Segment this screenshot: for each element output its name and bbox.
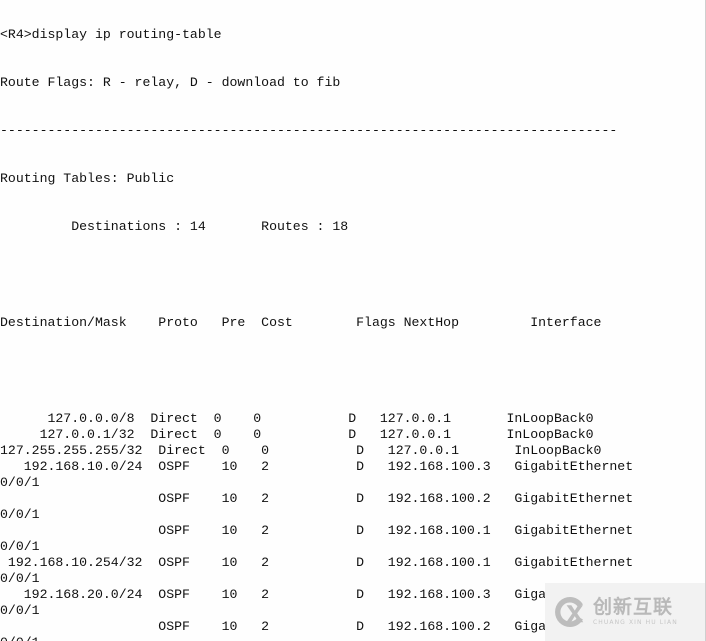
route-row-wrap: 0/0/1	[0, 539, 40, 554]
route-row: 192.168.10.254/32 OSPF 10 2 D 192.168.10…	[0, 555, 634, 570]
route-row-wrap: 0/0/1	[0, 603, 40, 618]
terminal-window: <R4>display ip routing-table Route Flags…	[0, 0, 706, 641]
summary-line: Destinations : 14 Routes : 18	[0, 219, 349, 234]
route-table-rows: 127.0.0.0/8 Direct 0 0 D 127.0.0.1 InLoo…	[0, 411, 705, 641]
route-row: OSPF 10 2 D 192.168.100.2 GigabitEtherne…	[0, 619, 634, 634]
route-row: OSPF 10 2 D 192.168.100.1 GigabitEtherne…	[0, 523, 634, 538]
route-row-wrap: 0/0/1	[0, 571, 40, 586]
route-row: 127.0.0.1/32 Direct 0 0 D 127.0.0.1 InLo…	[0, 427, 594, 442]
route-row: 127.255.255.255/32 Direct 0 0 D 127.0.0.…	[0, 443, 602, 458]
route-row: 192.168.20.0/24 OSPF 10 2 D 192.168.100.…	[0, 587, 634, 602]
route-row-wrap: 0/0/1	[0, 635, 705, 641]
route-row-wrap: 0/0/1	[0, 475, 40, 490]
route-row: 192.168.10.0/24 OSPF 10 2 D 192.168.100.…	[0, 459, 634, 474]
route-row-wrap: 0/0/1	[0, 507, 40, 522]
separator-line: ----------------------------------------…	[0, 123, 618, 138]
route-row: 127.0.0.0/8 Direct 0 0 D 127.0.0.1 InLoo…	[0, 411, 594, 426]
terminal-output: <R4>display ip routing-table Route Flags…	[0, 0, 705, 641]
routing-tables-line: Routing Tables: Public	[0, 171, 175, 186]
route-flags-line: Route Flags: R - relay, D - download to …	[0, 75, 341, 90]
command-prompt-line: <R4>display ip routing-table	[0, 27, 222, 42]
route-row: OSPF 10 2 D 192.168.100.2 GigabitEtherne…	[0, 491, 634, 506]
table-header-line: Destination/Mask Proto Pre Cost Flags Ne…	[0, 315, 602, 330]
